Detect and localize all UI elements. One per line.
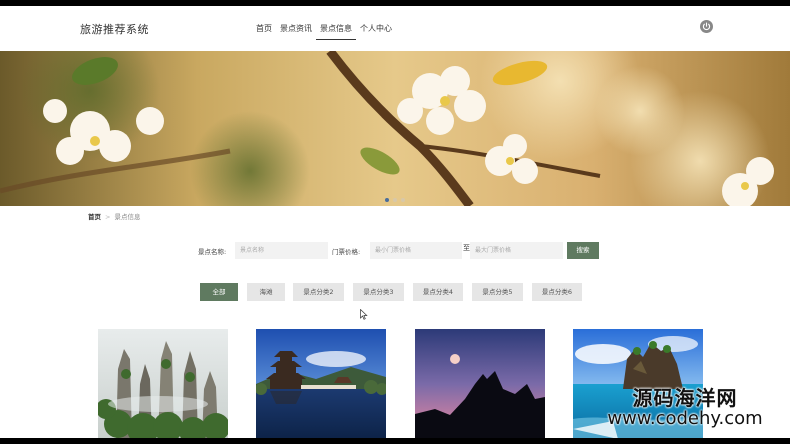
banner-indicator[interactable] bbox=[393, 198, 397, 202]
min-price-input[interactable] bbox=[370, 242, 462, 259]
banner-indicators bbox=[0, 198, 790, 202]
banner-indicator[interactable] bbox=[401, 198, 405, 202]
breadcrumb-separator: > bbox=[105, 213, 111, 221]
category-2[interactable]: 景点分类2 bbox=[293, 283, 344, 301]
range-to-label: 至 bbox=[463, 244, 470, 252]
attraction-image[interactable] bbox=[98, 329, 228, 439]
category-all[interactable]: 全部 bbox=[200, 283, 238, 301]
breadcrumb-current: 景点信息 bbox=[114, 213, 141, 221]
nav-item-profile[interactable]: 个人中心 bbox=[356, 6, 396, 51]
search-form: 景点名称: 门票价格: 至 搜索 bbox=[0, 242, 790, 259]
category-4[interactable]: 景点分类4 bbox=[413, 283, 463, 301]
attraction-image[interactable] bbox=[415, 329, 545, 439]
watermark: 源码海洋网 www.codehy.com bbox=[580, 388, 790, 428]
hero-banner[interactable] bbox=[0, 51, 790, 206]
nav-item-attractions[interactable]: 景点信息 bbox=[316, 6, 356, 51]
attraction-card[interactable] bbox=[415, 329, 545, 439]
category-filter: 全部 海滩 景点分类2 景点分类3 景点分类4 景点分类5 景点分类6 bbox=[0, 283, 790, 301]
nav-item-news[interactable]: 景点资讯 bbox=[276, 6, 316, 51]
attraction-card[interactable] bbox=[256, 329, 386, 439]
breadcrumb: 首页 > 景点信息 bbox=[88, 211, 140, 221]
main-nav: 首页 景点资讯 景点信息 个人中心 bbox=[252, 6, 396, 51]
category-5[interactable]: 景点分类5 bbox=[472, 283, 523, 301]
category-beach[interactable]: 海滩 bbox=[247, 283, 285, 301]
attraction-image[interactable] bbox=[256, 329, 386, 439]
breadcrumb-home[interactable]: 首页 bbox=[88, 213, 101, 221]
max-price-input[interactable] bbox=[470, 242, 563, 259]
banner-indicator[interactable] bbox=[385, 198, 389, 202]
watermark-title: 源码海洋网 bbox=[632, 386, 738, 410]
name-label: 景点名称: bbox=[198, 248, 227, 256]
mouse-cursor-icon bbox=[360, 309, 368, 320]
category-6[interactable]: 景点分类6 bbox=[532, 283, 582, 301]
name-search-input[interactable] bbox=[235, 242, 328, 259]
nav-item-home[interactable]: 首页 bbox=[252, 6, 276, 51]
power-icon[interactable] bbox=[700, 20, 713, 33]
site-logo[interactable]: 旅游推荐系统 bbox=[80, 21, 149, 37]
bottom-black-strip bbox=[0, 438, 790, 444]
watermark-url: www.codehy.com bbox=[607, 408, 763, 429]
attraction-card[interactable] bbox=[98, 329, 228, 439]
category-3[interactable]: 景点分类3 bbox=[353, 283, 404, 301]
price-label: 门票价格: bbox=[332, 248, 361, 256]
search-button[interactable]: 搜索 bbox=[567, 242, 599, 259]
site-header: 旅游推荐系统 首页 景点资讯 景点信息 个人中心 bbox=[0, 6, 790, 51]
